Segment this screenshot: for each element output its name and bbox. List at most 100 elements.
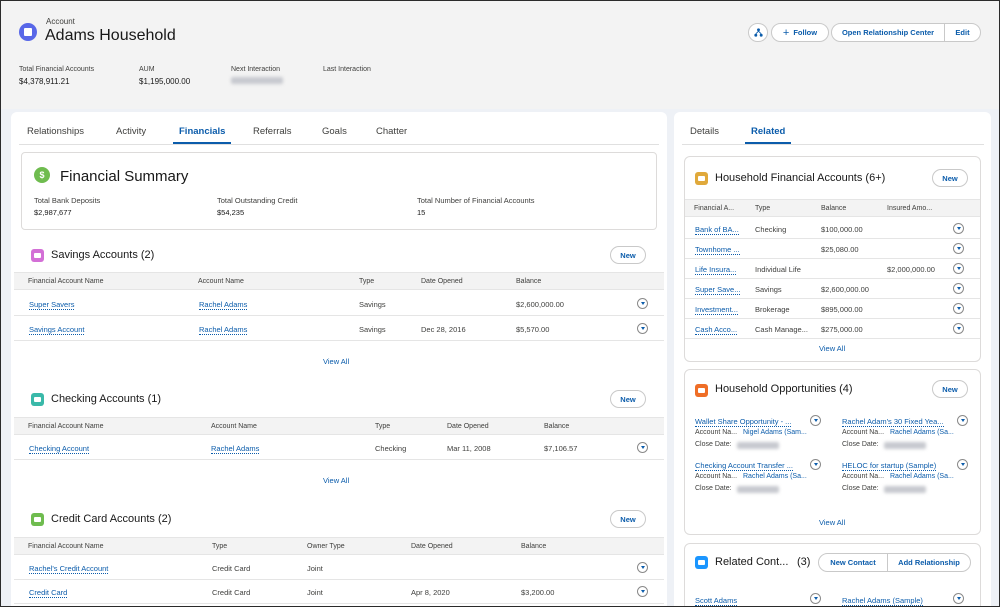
column-header[interactable]: Financial Account Name <box>28 543 103 550</box>
row-action-dropdown-icon[interactable] <box>953 283 964 294</box>
row-action-dropdown-icon[interactable] <box>953 263 964 274</box>
row-action-dropdown-icon[interactable] <box>637 323 648 334</box>
row-action-dropdown-icon[interactable] <box>953 303 964 314</box>
hfa-new-button[interactable]: New <box>932 169 968 187</box>
column-header[interactable]: Balance <box>821 205 846 212</box>
open-relationship-center-button[interactable]: Open Relationship Center <box>831 23 945 42</box>
contact-action-dropdown-icon[interactable] <box>810 593 821 604</box>
checking-new-button[interactable]: New <box>610 390 646 408</box>
column-header[interactable]: Financial Account Name <box>28 423 103 430</box>
contacts-count: (3) <box>797 556 811 568</box>
date-opened-cell: Mar 11, 2008 <box>447 444 491 453</box>
column-header[interactable]: Date Opened <box>421 278 463 285</box>
financial-account-link[interactable]: Rachel's Credit Account <box>29 564 109 574</box>
column-header[interactable]: Balance <box>521 543 546 550</box>
opportunity-account-link[interactable]: Rachel Adams (Sa... <box>743 473 807 480</box>
savings-table-header: Financial Account Name Account Name Type… <box>14 272 664 290</box>
checking-view-all-link[interactable]: View All <box>323 476 349 485</box>
edit-button[interactable]: Edit <box>944 23 981 42</box>
opportunity-account-link[interactable]: Rachel Adams (Sa... <box>890 473 954 480</box>
column-header[interactable]: Financial A... <box>694 205 734 212</box>
account-name-link[interactable]: Rachel Adams <box>199 300 248 310</box>
financial-account-link[interactable]: Savings Account <box>29 325 85 335</box>
record-title: Adams Household <box>45 27 176 44</box>
column-header[interactable]: Date Opened <box>411 543 453 550</box>
opportunity-action-dropdown-icon[interactable] <box>810 459 821 470</box>
opportunities-new-button[interactable]: New <box>932 380 968 398</box>
tab-referrals[interactable]: Referrals <box>253 112 292 146</box>
opportunity-tile: Checking Account Transfer ... Account Na… <box>695 459 835 501</box>
credit-table-header: Financial Account Name Type Owner Type D… <box>14 537 664 555</box>
savings-view-all-link[interactable]: View All <box>323 357 349 366</box>
column-header[interactable]: Type <box>755 205 770 212</box>
tab-chatter[interactable]: Chatter <box>376 112 407 146</box>
contact-link[interactable]: Rachel Adams (Sample) <box>842 596 923 606</box>
credit-new-button[interactable]: New <box>610 510 646 528</box>
financial-account-link[interactable]: Life Insura... <box>695 265 737 275</box>
tab-related[interactable]: Related <box>744 112 792 146</box>
financial-account-link[interactable]: Super Save... <box>695 285 741 295</box>
opportunity-action-dropdown-icon[interactable] <box>957 415 968 426</box>
row-action-dropdown-icon[interactable] <box>953 223 964 234</box>
opportunity-account-link[interactable]: Nigel Adams (Sam... <box>743 429 807 436</box>
tab-details[interactable]: Details <box>690 112 719 146</box>
column-header[interactable]: Insured Amo... <box>887 205 932 212</box>
financial-account-link[interactable]: Cash Acco... <box>695 325 738 335</box>
contact-link[interactable]: Scott Adams <box>695 596 738 606</box>
tab-activity[interactable]: Activity <box>116 112 146 146</box>
row-action-dropdown-icon[interactable] <box>637 586 648 597</box>
record-type-label: Account <box>46 17 75 26</box>
new-contact-button[interactable]: New Contact <box>818 553 888 572</box>
close-date-value <box>884 442 926 451</box>
main-tabset-card: Relationships Activity Financials Referr… <box>11 112 667 606</box>
type-cell: Checking <box>755 225 787 234</box>
column-header[interactable]: Owner Type <box>307 543 345 550</box>
financial-account-link[interactable]: Bank of BA... <box>695 225 739 235</box>
column-header[interactable]: Date Opened <box>447 423 489 430</box>
tab-financials[interactable]: Financials <box>172 112 233 146</box>
add-relationship-button[interactable]: Add Relationship <box>887 553 971 572</box>
column-header[interactable]: Type <box>212 543 227 550</box>
column-header[interactable]: Type <box>375 423 390 430</box>
column-header[interactable]: Account Name <box>211 423 257 430</box>
row-action-dropdown-icon[interactable] <box>637 562 648 573</box>
opportunities-view-all-link[interactable]: View All <box>819 518 845 527</box>
financial-summary: $ Financial Summary Total Bank Deposits … <box>21 152 657 230</box>
field-label: Total Financial Accounts <box>19 66 95 73</box>
row-action-dropdown-icon[interactable] <box>637 298 648 309</box>
row-action-dropdown-icon[interactable] <box>953 243 964 254</box>
financial-account-link[interactable]: Checking Account <box>29 444 90 454</box>
opportunity-action-dropdown-icon[interactable] <box>810 415 821 426</box>
opportunity-account-link[interactable]: Rachel Adams (Sa... <box>890 429 954 436</box>
opportunity-link[interactable]: Checking Account Transfer ... <box>695 461 793 471</box>
money-bag-icon: $ <box>34 167 50 183</box>
hfa-view-all-link[interactable]: View All <box>819 344 845 353</box>
column-header[interactable]: Financial Account Name <box>28 278 103 285</box>
financial-account-link[interactable]: Townhome ... <box>695 245 740 255</box>
follow-button[interactable]: + Follow <box>771 23 829 42</box>
opportunity-link[interactable]: Rachel Adam's 30 Fixed Yea... <box>842 417 944 427</box>
tab-relationships[interactable]: Relationships <box>27 112 84 146</box>
opportunity-link[interactable]: Wallet Share Opportunity - ... <box>695 417 792 427</box>
balance-cell: $5,570.00 <box>516 325 550 334</box>
hierarchy-button[interactable] <box>748 23 768 42</box>
column-header[interactable]: Balance <box>516 278 541 285</box>
row-action-dropdown-icon[interactable] <box>953 323 964 334</box>
opportunity-link[interactable]: HELOC for startup (Sample) <box>842 461 937 471</box>
financial-account-link[interactable]: Investment... <box>695 305 738 315</box>
financial-account-link[interactable]: Credit Card <box>29 588 68 598</box>
column-header[interactable]: Account Name <box>198 278 244 285</box>
account-name-link[interactable]: Rachel Adams <box>211 444 260 454</box>
type-cell: Savings <box>755 285 782 294</box>
column-header[interactable]: Type <box>359 278 374 285</box>
crown-icon <box>695 384 708 397</box>
account-name-link[interactable]: Rachel Adams <box>199 325 248 335</box>
column-header[interactable]: Balance <box>544 423 569 430</box>
table-row: Bank of BA... Checking $100,000.00 <box>685 219 980 239</box>
tab-goals[interactable]: Goals <box>322 112 347 146</box>
savings-new-button[interactable]: New <box>610 246 646 264</box>
row-action-dropdown-icon[interactable] <box>637 442 648 453</box>
opportunity-action-dropdown-icon[interactable] <box>957 459 968 470</box>
contact-action-dropdown-icon[interactable] <box>953 593 964 604</box>
financial-account-link[interactable]: Super Savers <box>29 300 75 310</box>
